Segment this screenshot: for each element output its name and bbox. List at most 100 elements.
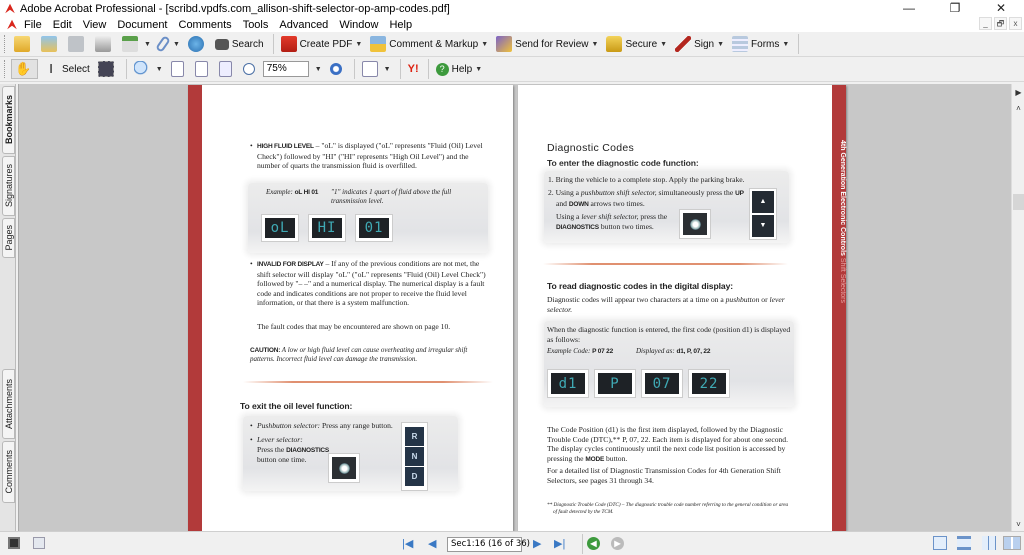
menu-window[interactable]: Window: [339, 19, 378, 31]
lever-exit-item: • Lever selector: Press the DIAGNOSTICS b…: [250, 435, 330, 464]
pane-splitter[interactable]: [16, 84, 19, 531]
rotate-view-button[interactable]: ▼: [359, 59, 394, 79]
help-icon: ?: [435, 62, 449, 76]
page-number-input[interactable]: Sec1:16 (16 of 36): [447, 537, 530, 552]
enter-diagnostic-heading: To enter the diagnostic code function:: [547, 158, 699, 168]
toolbar-grip[interactable]: [4, 60, 7, 78]
tab-pages[interactable]: Pages: [2, 218, 15, 258]
zoom-out-button[interactable]: [240, 59, 261, 79]
secure-button[interactable]: Secure ▼: [603, 34, 670, 54]
display-oL: oL: [261, 214, 299, 242]
close-button[interactable]: ✕: [978, 0, 1024, 17]
scrollbar-thumb[interactable]: [1013, 194, 1024, 210]
menu-bar: File Edit View Document Comments Tools A…: [0, 17, 1024, 32]
menu-help[interactable]: Help: [389, 19, 412, 31]
actual-size-button[interactable]: [168, 59, 190, 79]
menu-advanced[interactable]: Advanced: [279, 19, 328, 31]
previous-page-button[interactable]: ◀: [428, 538, 436, 550]
diagnostic-codes-title: Diagnostic Codes: [547, 142, 635, 154]
toolbar-grip[interactable]: [4, 35, 7, 53]
comment-markup-button[interactable]: Comment & Markup ▼: [367, 34, 491, 54]
single-page-view-button[interactable]: [933, 536, 947, 550]
save-button[interactable]: [65, 34, 90, 54]
menu-tools[interactable]: Tools: [243, 19, 269, 31]
scroll-down-arrow-icon[interactable]: ˅: [1012, 518, 1024, 531]
split-view-arrow-icon[interactable]: ▶: [1012, 86, 1024, 99]
tab-attachments[interactable]: Attachments: [2, 369, 15, 439]
doc-restore-button[interactable]: 🗗: [994, 17, 1007, 30]
dtc-footnote: ** Diagnostic Trouble Code (DTC) – The d…: [547, 502, 789, 515]
caution-note: CAUTION: A low or high fluid level can c…: [250, 346, 468, 363]
detailed-list-paragraph: For a detailed list of Diagnostic Transm…: [547, 466, 781, 485]
first-page-button[interactable]: |◀: [402, 538, 413, 550]
restore-button[interactable]: ❐: [932, 0, 978, 17]
continuous-facing-view-button[interactable]: [982, 536, 996, 550]
chevron-down-icon: ▼: [172, 40, 180, 48]
document-icon[interactable]: [7, 19, 17, 30]
organizer-icon: [41, 36, 57, 52]
next-page-button[interactable]: ▶: [533, 538, 541, 550]
select-tool-button[interactable]: I Select: [40, 59, 93, 79]
diagnostics-button-image: [679, 209, 711, 239]
help-button[interactable]: ? Help ▼: [433, 59, 486, 79]
menu-edit[interactable]: Edit: [53, 19, 72, 31]
hand-tool-button[interactable]: ✋: [11, 59, 38, 79]
minimize-button[interactable]: —: [886, 0, 932, 17]
search-button[interactable]: Search: [212, 34, 267, 54]
zoom-dropdown[interactable]: ▼: [309, 59, 325, 79]
page-options-icon[interactable]: [33, 537, 45, 549]
open-button[interactable]: [11, 34, 36, 54]
zoom-in-button[interactable]: [327, 59, 348, 79]
comment-markup-icon: [370, 36, 387, 52]
fault-codes-note: The fault codes that may be encountered …: [257, 322, 451, 331]
menu-view[interactable]: View: [83, 19, 107, 31]
page-icon: [170, 61, 184, 77]
continuous-view-button[interactable]: [957, 536, 971, 550]
send-review-icon: [496, 36, 513, 52]
sign-button[interactable]: Sign ▼: [672, 34, 727, 54]
pushbutton-exit-item: • Pushbutton selector: Press any range bu…: [250, 421, 393, 430]
tab-comments[interactable]: Comments: [2, 441, 15, 503]
up-arrow-button: ▲: [752, 191, 774, 213]
yahoo-search-button[interactable]: Y!: [405, 59, 422, 79]
fit-width-button[interactable]: [216, 59, 238, 79]
menu-comments[interactable]: Comments: [179, 19, 232, 31]
tasks-button[interactable]: ▼: [119, 34, 154, 54]
scroll-up-arrow-icon[interactable]: ˄: [1012, 102, 1024, 115]
snapshot-button[interactable]: [95, 59, 120, 79]
toolbar-separator: [272, 34, 274, 54]
enter-lever-instruction: Using a lever shift selector, press the …: [556, 212, 668, 231]
doc-close-button[interactable]: x: [1009, 17, 1022, 30]
forms-button[interactable]: Forms ▼: [729, 34, 792, 54]
doc-minimize-button[interactable]: _: [979, 17, 992, 30]
fit-width-icon: [218, 61, 232, 77]
facing-view-button[interactable]: [1003, 536, 1021, 550]
create-pdf-button[interactable]: Create PDF ▼: [278, 34, 366, 54]
attach-button[interactable]: ▼: [155, 34, 183, 54]
last-page-button[interactable]: ▶|: [554, 538, 565, 550]
toolbar-separator: [399, 59, 401, 79]
pdf-page-right: 4th Generation Electronic Controls Shift…: [518, 85, 846, 531]
tab-bookmarks[interactable]: Bookmarks: [2, 86, 15, 154]
previous-view-button[interactable]: ◀: [587, 537, 600, 550]
chevron-down-icon: ▼: [591, 40, 599, 48]
pane-toggle-icon[interactable]: [8, 537, 20, 549]
email-button[interactable]: [185, 34, 210, 54]
organizer-button[interactable]: [38, 34, 63, 54]
down-arrow-button: ▼: [752, 215, 774, 237]
diagnostics-icon: [689, 218, 701, 230]
chevron-down-icon: ▼: [314, 65, 322, 73]
display-01: 01: [355, 214, 393, 242]
tasks-icon: [122, 36, 138, 52]
displayed-as-line: Displayed as: d1, P, 07, 22: [636, 347, 711, 355]
print-button[interactable]: [92, 34, 117, 54]
next-view-button[interactable]: ▶: [611, 537, 624, 550]
tab-signatures[interactable]: Signatures: [2, 156, 15, 216]
menu-document[interactable]: Document: [117, 19, 167, 31]
fit-page-button[interactable]: [192, 59, 214, 79]
menu-file[interactable]: File: [24, 19, 42, 31]
send-review-button[interactable]: Send for Review ▼: [493, 34, 601, 54]
zoom-in-tool-button[interactable]: ▼: [131, 59, 166, 79]
vertical-scrollbar[interactable]: ▶ ˄ ˅: [1011, 84, 1024, 531]
zoom-level-input[interactable]: 75%: [262, 61, 309, 77]
